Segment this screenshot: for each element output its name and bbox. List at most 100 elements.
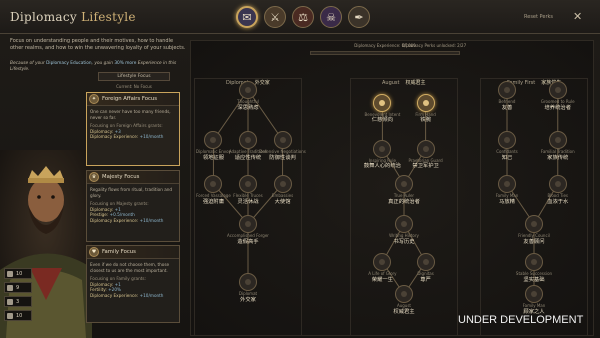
perk-node[interactable] — [416, 253, 435, 271]
perk-name: Thoughtful — [237, 99, 259, 104]
perk-name-cn: 深思熟虑 — [237, 104, 259, 111]
perk-label: Thoughtful 深思熟虑 — [237, 99, 259, 112]
perk-icon — [554, 137, 561, 143]
perk-name: Befriend — [498, 99, 516, 104]
perk-name: Friendly Council — [518, 233, 550, 238]
perk-name: Firm Hand — [415, 111, 436, 117]
perk-icon — [210, 181, 217, 187]
perk-icon — [401, 291, 407, 298]
perk-node[interactable] — [416, 93, 435, 112]
perk-name: Defensive Negotiations — [259, 149, 306, 154]
perk-icon — [531, 291, 537, 298]
perk-icon — [422, 99, 429, 106]
perk-name-cn: 鼓舞人心的统治 — [363, 163, 401, 170]
perk-node[interactable] — [416, 139, 435, 158]
perk-name-cn: 强迫附庸 — [202, 198, 225, 205]
perk-node[interactable] — [239, 273, 257, 292]
perk-label: Benevolent Intent 仁慈倾向 — [364, 112, 400, 125]
perk-name-cn: 真正的统治者 — [388, 198, 420, 205]
perk-name-cn: 家族传统 — [547, 154, 569, 161]
perk-label: Diplomatic Envoy 领地征服 — [195, 149, 231, 162]
perk-label: A Life of Glory 荣耀一生 — [368, 271, 397, 284]
perk-name-cn: 外交家 — [240, 296, 256, 303]
perk-label: Confidants 知己 — [496, 149, 518, 162]
perk-name-cn: 坚实基础 — [523, 276, 545, 283]
perk-icon — [379, 145, 386, 152]
perk-name-cn: 马放精 — [499, 198, 515, 205]
perk-name: Groomed to Rule — [540, 99, 575, 104]
perk-name: Blood Ties — [547, 193, 569, 198]
perk-node[interactable] — [239, 131, 257, 149]
perk-node[interactable] — [373, 93, 392, 112]
perk-node[interactable] — [239, 81, 257, 99]
perk-name-cn: 禁卫军护卫 — [412, 163, 439, 170]
perk-icon — [245, 221, 251, 227]
perk-name: Confidants — [496, 149, 518, 154]
perk-name-cn: 书写历史 — [393, 238, 415, 245]
perk-node[interactable] — [395, 285, 413, 304]
perk-label: Embassies 大使馆 — [271, 193, 294, 206]
perk-label: August 权威君主 — [393, 304, 414, 316]
perk-name-cn: 友善 — [501, 104, 513, 111]
perk-name: Diplomat — [238, 291, 258, 297]
perk-node[interactable] — [395, 215, 413, 233]
perk-name: Family Man — [495, 193, 519, 198]
perk-label: Stable Succession 坚实基础 — [515, 271, 553, 284]
perk-tree-title: August 权威君主 — [382, 79, 426, 86]
perk-label: Blood Ties 血浓于水 — [547, 193, 569, 206]
perk-icon — [279, 137, 286, 143]
perk-name-cn: 血浓于水 — [547, 198, 569, 205]
perk-name-cn: 铁腕 — [420, 117, 431, 123]
perk-node[interactable] — [395, 175, 413, 193]
perk-name-cn: 权威君主 — [393, 308, 415, 315]
perk-icon — [554, 181, 561, 187]
perk-node[interactable] — [239, 215, 257, 233]
perk-label: Family Man 马放精 — [495, 193, 519, 206]
perk-name-cn: 尊严 — [420, 276, 431, 283]
perk-node[interactable] — [525, 285, 543, 304]
perk-icon — [504, 181, 510, 187]
perk-name-cn: 防御性谈判 — [269, 154, 296, 161]
perk-name-cn: 仁慈倾向 — [371, 117, 393, 123]
perk-name-cn: 大使馆 — [274, 198, 291, 205]
perk-icon — [279, 181, 286, 187]
perk-icon — [504, 137, 510, 143]
perk-node[interactable] — [273, 175, 292, 193]
perk-node[interactable] — [525, 253, 543, 271]
perk-name: Familial Tradition — [540, 149, 575, 154]
perk-label: Defensive Negotiations 防御性谈判 — [259, 149, 306, 162]
perk-node[interactable] — [498, 175, 516, 193]
perk-name-cn: 培养统治者 — [544, 104, 572, 111]
perk-name: Stable Succession — [515, 271, 553, 276]
perk-node[interactable] — [548, 81, 567, 99]
perk-label: Diplomat 外交家 — [239, 292, 257, 304]
tree-name: August — [382, 80, 400, 86]
perk-name: Embassies — [271, 193, 294, 198]
tree-name-cn: 权威君主 — [405, 80, 426, 86]
perk-name: Accomplished Forger — [227, 233, 269, 238]
perk-node[interactable] — [525, 215, 543, 233]
perk-label: Flexible Truces 灵活休战 — [233, 193, 262, 206]
perk-node[interactable] — [373, 139, 392, 158]
perk-node[interactable] — [498, 81, 516, 99]
perk-icon — [245, 87, 251, 93]
perk-node[interactable] — [548, 175, 567, 193]
perk-node[interactable] — [239, 175, 257, 193]
perk-node[interactable] — [373, 253, 392, 271]
perk-icon — [531, 259, 537, 265]
perk-name-cn: 领地征服 — [202, 154, 225, 161]
perk-name: Diplomatic Envoy — [195, 149, 231, 154]
perk-name: Dignitas — [417, 271, 434, 276]
lifestyle-window: Diplomacy Lifestyle ✉ ⚔ ⚖ ☠ ✒ Reset Perks ✕ … — [0, 0, 600, 338]
perk-node[interactable] — [548, 131, 567, 149]
perk-icon — [245, 137, 251, 143]
perk-node[interactable] — [204, 131, 223, 149]
perk-node[interactable] — [498, 131, 516, 149]
perk-icon — [422, 259, 429, 265]
perk-name: A Life of Glory — [368, 271, 397, 276]
perk-icon — [210, 137, 217, 143]
perk-node[interactable] — [273, 131, 292, 149]
perk-node[interactable] — [204, 175, 223, 193]
perk-name: Forced Vassalage — [196, 193, 231, 198]
perk-icon — [379, 259, 386, 265]
